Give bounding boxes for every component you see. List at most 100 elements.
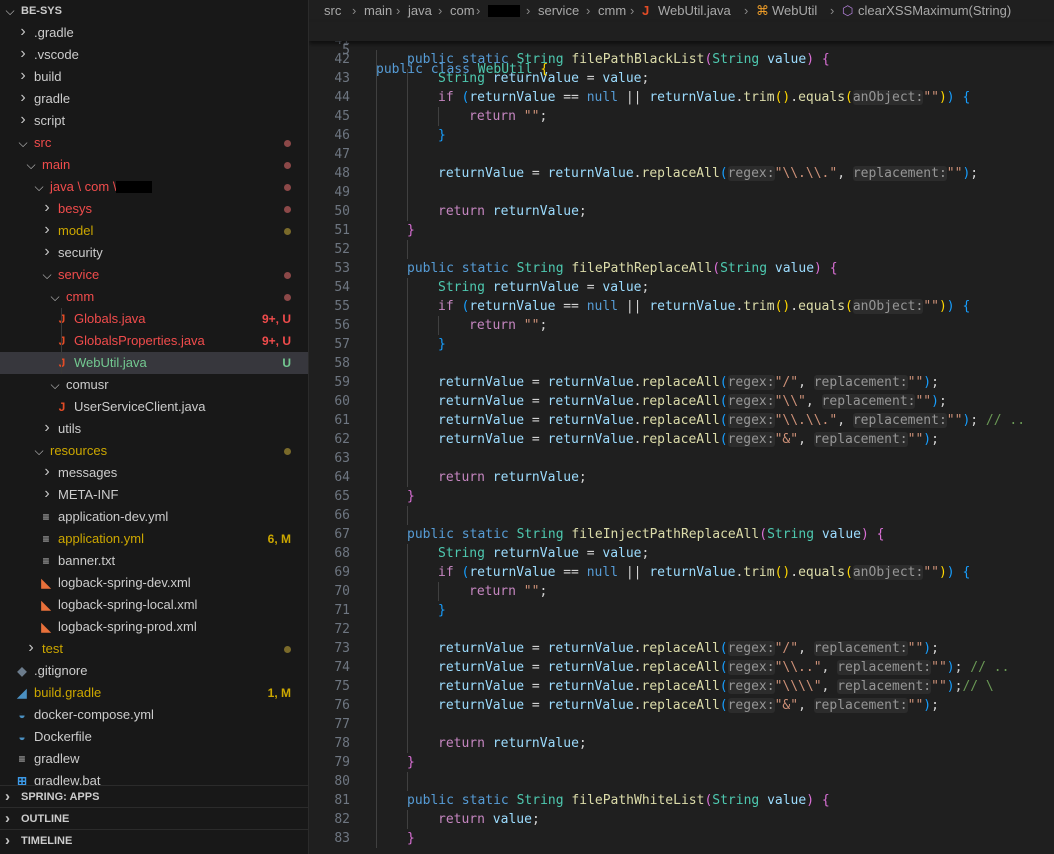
code-line-61[interactable]: 61 returnValue = returnValue.replaceAll(r… — [309, 411, 1054, 430]
tree-item-globals-java[interactable]: J Globals.java 9+, U — [0, 308, 308, 330]
code-line-68[interactable]: 68 String returnValue = value; — [309, 544, 1054, 563]
tree-item-webutil-java[interactable]: J WebUtil.java U — [0, 352, 308, 374]
breadcrumb-cmm[interactable]: cmm — [598, 0, 626, 22]
section-timeline[interactable]: › TIMELINE — [0, 829, 308, 852]
tree-item-messages[interactable]: › messages — [0, 462, 308, 484]
code-line-48[interactable]: 48 returnValue = returnValue.replaceAll(r… — [309, 164, 1054, 183]
code-line-45[interactable]: 45 return ""; — [309, 107, 1054, 126]
code-line-67[interactable]: 67 public static String fileInjectPathRep… — [309, 525, 1054, 544]
tree-item-cmm[interactable]: ⌵ cmm — [0, 286, 308, 308]
code-line-64[interactable]: 64 return returnValue; — [309, 468, 1054, 487]
code-line-77[interactable]: 77 — [309, 715, 1054, 734]
tree-item-security[interactable]: › security — [0, 242, 308, 264]
code-line-63[interactable]: 63 — [309, 449, 1054, 468]
code-line-81[interactable]: 81 public static String filePathWhiteList… — [309, 791, 1054, 810]
code-line-79[interactable]: 79} — [309, 753, 1054, 772]
breadcrumb-class[interactable]: WebUtil — [772, 0, 817, 22]
tree-item-application-dev-yml[interactable]: ≡ application-dev.yml — [0, 506, 308, 528]
code-line-70[interactable]: 70 return ""; — [309, 582, 1054, 601]
sticky-scroll-header[interactable]: 5 public class WebUtil { — [309, 22, 1054, 77]
tree-item-script[interactable]: › script — [0, 110, 308, 132]
code-line-46[interactable]: 46} — [309, 126, 1054, 145]
code-line-65[interactable]: 65} — [309, 487, 1054, 506]
code-token: ) — [946, 565, 963, 580]
breadcrumb-file[interactable]: WebUtil.java — [658, 0, 731, 22]
code-line-75[interactable]: 75 returnValue = returnValue.replaceAll(r… — [309, 677, 1054, 696]
code-line-82[interactable]: 82 return value; — [309, 810, 1054, 829]
tree-item-logback-spring-dev-xml[interactable]: ◣ logback-spring-dev.xml — [0, 572, 308, 594]
tree-item-java-com[interactable]: ⌵ java \ com \ — [0, 176, 308, 198]
code-line-49[interactable]: 49 — [309, 183, 1054, 202]
code-line-57[interactable]: 57} — [309, 335, 1054, 354]
tree-item-utils[interactable]: › utils — [0, 418, 308, 440]
section-outline[interactable]: › OUTLINE — [0, 807, 308, 830]
code-line-78[interactable]: 78 return returnValue; — [309, 734, 1054, 753]
section-spring-apps[interactable]: › SPRING: APPS — [0, 785, 308, 808]
code-line-50[interactable]: 50 return returnValue; — [309, 202, 1054, 221]
tree-item-src[interactable]: ⌵ src — [0, 132, 308, 154]
tree-item-model[interactable]: › model — [0, 220, 308, 242]
tree-item-gradle[interactable]: › .gradle — [0, 22, 308, 44]
tree-item-logback-spring-prod-xml[interactable]: ◣ logback-spring-prod.xml — [0, 616, 308, 638]
breadcrumb-service[interactable]: service — [538, 0, 579, 22]
code-line-60[interactable]: 60 returnValue = returnValue.replaceAll(r… — [309, 392, 1054, 411]
code-line-44[interactable]: 44 if (returnValue == null || returnValue… — [309, 88, 1054, 107]
tree-item-docker-compose-yml[interactable]: ◒ docker-compose.yml — [0, 704, 308, 726]
indent-guide — [407, 373, 408, 392]
breadcrumb-java[interactable]: java — [408, 0, 432, 22]
breadcrumb-main[interactable]: main — [364, 0, 392, 22]
tree-item-resources[interactable]: ⌵ resources — [0, 440, 308, 462]
code-editor[interactable]: src › main › java › com › › service › cmm › J WebUtil.… — [309, 0, 1054, 854]
code-line-47[interactable]: 47 — [309, 145, 1054, 164]
tree-item-logback-spring-local-xml[interactable]: ◣ logback-spring-local.xml — [0, 594, 308, 616]
breadcrumb-src[interactable]: src — [324, 0, 341, 22]
tree-item-dockerfile[interactable]: ◒ Dockerfile — [0, 726, 308, 748]
code-line-62[interactable]: 62 returnValue = returnValue.replaceAll(r… — [309, 430, 1054, 449]
tree-item-userserviceclient-java[interactable]: J UserServiceClient.java — [0, 396, 308, 418]
code-line-72[interactable]: 72 — [309, 620, 1054, 639]
explorer-root[interactable]: ⌵ BE-SYS — [0, 0, 308, 22]
tree-item-vscode[interactable]: › .vscode — [0, 44, 308, 66]
breadcrumb-com[interactable]: com — [450, 0, 475, 22]
code-line-83[interactable]: 83} — [309, 829, 1054, 848]
code-token: anObject: — [852, 299, 924, 314]
code-line-71[interactable]: 71} — [309, 601, 1054, 620]
line-number: 57 — [334, 337, 350, 352]
tree-item-test[interactable]: › test — [0, 638, 308, 660]
chevron-down-icon: ⌵ — [34, 180, 44, 194]
code-token: "" — [523, 109, 540, 124]
code-line-76[interactable]: 76 returnValue = returnValue.replaceAll(r… — [309, 696, 1054, 715]
code-line-80[interactable]: 80 — [309, 772, 1054, 791]
tree-item-globalsproperties-java[interactable]: J GlobalsProperties.java 9+, U — [0, 330, 308, 352]
code-token: returnValue — [492, 736, 579, 751]
code-line-74[interactable]: 74 returnValue = returnValue.replaceAll(r… — [309, 658, 1054, 677]
code-line-54[interactable]: 54 String returnValue = value; — [309, 278, 1054, 297]
breadcrumb-method[interactable]: clearXSSMaximum(String) — [858, 0, 1011, 22]
code-line-53[interactable]: 53 public static String filePathReplaceAl… — [309, 259, 1054, 278]
code-token: replaceAll — [641, 679, 720, 694]
code-line-55[interactable]: 55 if (returnValue == null || returnValue… — [309, 297, 1054, 316]
git-status-badge: U — [282, 356, 291, 370]
tree-item-service[interactable]: ⌵ service — [0, 264, 308, 286]
code-line-51[interactable]: 51} — [309, 221, 1054, 240]
code-line-66[interactable]: 66 — [309, 506, 1054, 525]
code-line-56[interactable]: 56 return ""; — [309, 316, 1054, 335]
tree-item-gradle[interactable]: › gradle — [0, 88, 308, 110]
tree-item-main[interactable]: ⌵ main — [0, 154, 308, 176]
tree-item-application-yml[interactable]: ≡ application.yml 6, M — [0, 528, 308, 550]
code-line-59[interactable]: 59 returnValue = returnValue.replaceAll(r… — [309, 373, 1054, 392]
tree-item-banner-txt[interactable]: ≡ banner.txt — [0, 550, 308, 572]
tree-item-gitignore[interactable]: ◆ .gitignore — [0, 660, 308, 682]
tree-item-build-gradle[interactable]: ◢ build.gradle 1, M — [0, 682, 308, 704]
tree-item-meta-inf[interactable]: › META-INF — [0, 484, 308, 506]
code-line-58[interactable]: 58 — [309, 354, 1054, 373]
tree-item-besys[interactable]: › besys — [0, 198, 308, 220]
chevron-right-icon: › — [396, 3, 401, 18]
code-line-69[interactable]: 69 if (returnValue == null || returnValue… — [309, 563, 1054, 582]
chevron-right-icon: › — [44, 199, 50, 216]
code-line-73[interactable]: 73 returnValue = returnValue.replaceAll(r… — [309, 639, 1054, 658]
code-line-52[interactable]: 52 — [309, 240, 1054, 259]
tree-item-gradlew[interactable]: ≡ gradlew — [0, 748, 308, 770]
tree-item-comusr[interactable]: ⌵ comusr — [0, 374, 308, 396]
tree-item-build[interactable]: › build — [0, 66, 308, 88]
